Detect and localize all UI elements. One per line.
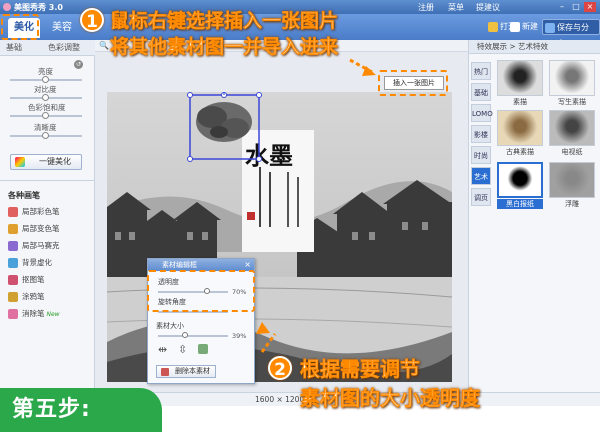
step1-callout-line2: 将其他素材图一并导入进来	[110, 36, 339, 59]
step2-number-badge: 2	[268, 356, 292, 380]
step1-callout-line1: 鼠标右键选择插入一张图片	[110, 10, 339, 33]
step2-callout-line1: 根据需要调节	[300, 357, 421, 382]
step-five-badge: 第五步:	[0, 388, 162, 432]
step2-callout-line2: 素材图的大小透明度	[300, 386, 481, 411]
step1-number-badge: 1	[80, 8, 104, 32]
